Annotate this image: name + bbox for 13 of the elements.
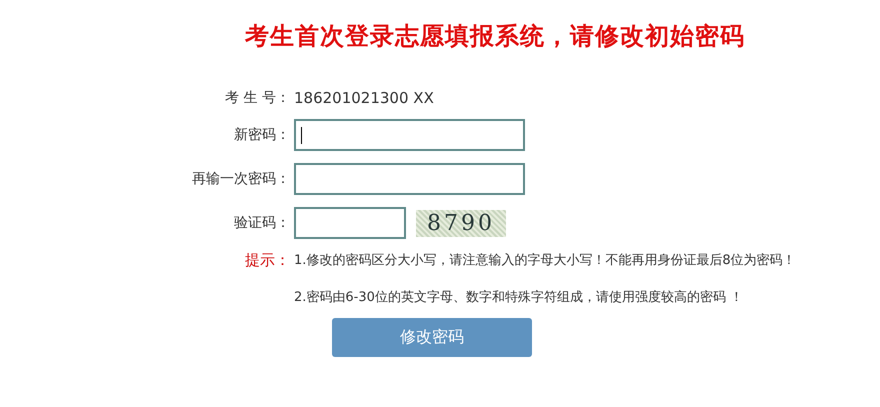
hint-text: 1.修改的密码区分大小写，请注意输入的字母大小写！不能再用身份证最后8位为密码！ — [294, 252, 797, 269]
hint-text: 2.密码由6-30位的英文字母、数字和特殊字符组成，请使用强度较高的密码 ！ — [294, 289, 744, 306]
field-label: 再输一次密码： — [191, 170, 291, 188]
password-field[interactable] — [294, 163, 525, 195]
password-field[interactable] — [294, 119, 525, 151]
captcha-image[interactable]: 8790 — [416, 210, 506, 236]
page-title: 考生首次登录志愿填报系统，请修改初始密码 — [244, 21, 746, 52]
field-label: 验证码： — [233, 214, 291, 232]
captcha-field[interactable] — [294, 207, 406, 239]
field-label: 考 生 号： — [224, 89, 291, 107]
exam-number: 186201021300 XX — [294, 89, 435, 107]
hint-label: 提示： — [244, 251, 291, 270]
field-label: 新密码： — [233, 126, 291, 144]
